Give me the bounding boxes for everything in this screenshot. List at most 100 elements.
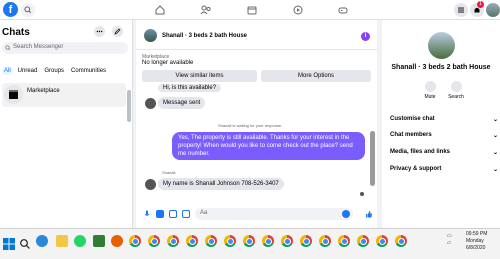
filter-groups[interactable]: Groups [42, 67, 66, 75]
chrome-icon[interactable] [129, 235, 141, 247]
section-label: Media, files and links [390, 149, 451, 155]
file-explorer-icon[interactable] [56, 235, 68, 247]
more-options-icon[interactable] [94, 26, 105, 37]
messenger-search-input[interactable]: Search Messenger [2, 42, 128, 54]
view-similar-button[interactable]: View similar items [142, 70, 257, 82]
like-icon[interactable] [365, 210, 373, 218]
conversation-pane: Shanall · 3 beds 2 bath House i Marketpl… [136, 20, 377, 228]
new-message-icon[interactable] [112, 26, 123, 37]
listing-status: No longer available [142, 60, 194, 66]
chat-item-marketplace[interactable]: Marketplace [2, 83, 126, 107]
facebook-logo[interactable]: f [3, 2, 18, 17]
section-label: Chat members [390, 132, 432, 138]
chrome-icon[interactable] [357, 235, 369, 247]
filter-all[interactable]: All [2, 67, 13, 75]
taskbar-clock[interactable]: 09:59 PM Monday 6/8/2020 [466, 231, 487, 252]
chevron-down-icon: ⌄ [492, 117, 498, 123]
search-icon [450, 81, 462, 92]
chrome-icon[interactable] [319, 235, 331, 247]
chrome-icon[interactable] [338, 235, 350, 247]
chrome-icon[interactable] [395, 235, 407, 247]
composer: Aa [136, 203, 377, 228]
sidebar-scrollbar[interactable] [127, 90, 131, 122]
section-label: Privacy & support [390, 166, 442, 172]
mute-action[interactable]: Mute [419, 81, 441, 100]
clock-day: Monday [466, 238, 484, 244]
gaming-icon[interactable] [336, 3, 350, 17]
section-chat-members[interactable]: Chat members ⌄ [390, 132, 498, 139]
chat-item-label: Marketplace [27, 88, 60, 94]
section-media-files[interactable]: Media, files and links ⌄ [390, 149, 498, 156]
sender-avatar [145, 98, 156, 109]
conversation-info-panel: Shanall · 3 beds 2 bath House Mute Searc… [382, 20, 500, 228]
whatsapp-icon[interactable] [74, 235, 86, 247]
conversation-avatar[interactable] [144, 29, 157, 42]
message-bubble: My name is Shanall Johnson 708-526-3407 [158, 178, 284, 190]
info-panel-name: Shanall · 3 beds 2 bath House [391, 64, 491, 71]
chevron-down-icon: ⌄ [492, 150, 498, 156]
search-label: Search [448, 94, 464, 100]
info-icon[interactable]: i [361, 32, 370, 41]
conversation-scrollbar[interactable] [370, 131, 375, 186]
filter-communities[interactable]: Communities [69, 67, 108, 75]
chevron-down-icon: ⌄ [492, 133, 498, 139]
chrome-icon[interactable] [262, 235, 274, 247]
seen-indicator [360, 192, 364, 196]
system-tray-icons[interactable]: ▭ ▱ [447, 233, 461, 253]
emoji-icon[interactable] [342, 210, 350, 218]
image-icon[interactable] [156, 210, 164, 218]
windows-start-icon[interactable] [3, 238, 15, 250]
home-icon[interactable] [153, 3, 167, 17]
filter-unread[interactable]: Unread [16, 67, 40, 75]
message-bubble: Yes, The property is still available. Th… [172, 132, 365, 160]
conversation-title[interactable]: Shanall · 3 beds 2 bath House [162, 33, 247, 39]
message-input[interactable]: Aa [195, 208, 353, 220]
chat-filters: All Unread Groups Communities [2, 67, 108, 75]
chrome-icon[interactable] [376, 235, 388, 247]
chrome-icon[interactable] [300, 235, 312, 247]
app-icon[interactable] [93, 235, 105, 247]
top-bar: f 1 [0, 0, 500, 20]
app-icon[interactable] [111, 235, 123, 247]
taskbar-search-icon[interactable] [19, 238, 31, 252]
notification-badge: 1 [477, 1, 484, 8]
chrome-icon[interactable] [224, 235, 236, 247]
section-privacy-support[interactable]: Privacy & support ⌄ [390, 166, 498, 173]
more-options-button[interactable]: More Options [261, 70, 371, 82]
chrome-icon[interactable] [148, 235, 160, 247]
sender-name: Shanall [162, 170, 176, 175]
profile-avatar[interactable] [486, 3, 500, 17]
menu-icon[interactable] [454, 3, 468, 17]
windows-taskbar: ▭ ▱ 09:59 PM Monday 6/8/2020 [0, 228, 500, 259]
marketplace-icon [4, 85, 23, 104]
microphone-icon[interactable] [143, 210, 151, 218]
search-action[interactable]: Search [445, 81, 467, 100]
groups-icon[interactable] [199, 3, 213, 17]
chevron-down-icon: ⌄ [492, 167, 498, 173]
sticker-icon[interactable] [169, 210, 177, 218]
mute-label: Mute [424, 94, 436, 100]
chrome-icon[interactable] [243, 235, 255, 247]
listing-avatar [428, 32, 455, 59]
watch-icon[interactable] [291, 3, 305, 17]
marketplace-icon[interactable] [245, 3, 259, 17]
clock-time: 09:59 PM [466, 231, 488, 237]
chats-title: Chats [2, 27, 30, 38]
gif-icon[interactable] [182, 210, 190, 218]
search-placeholder: Search Messenger [13, 44, 64, 50]
chrome-icon[interactable] [186, 235, 198, 247]
marketplace-listing-bar: Marketplace No longer available View sim… [140, 54, 374, 86]
conversation-header: Shanall · 3 beds 2 bath House i [136, 20, 377, 50]
chrome-icon[interactable] [281, 235, 293, 247]
message-bubble: Message sent [158, 97, 206, 109]
section-customise-chat[interactable]: Customise chat ⌄ [390, 116, 498, 123]
edge-icon[interactable] [36, 235, 48, 247]
clock-date: 6/8/2020 [466, 245, 486, 251]
message-placeholder: Aa [200, 210, 208, 216]
sender-avatar [145, 179, 156, 190]
chrome-icon[interactable] [167, 235, 179, 247]
chrome-icon[interactable] [205, 235, 217, 247]
bell-icon [424, 81, 436, 92]
search-icon[interactable] [21, 3, 35, 17]
chats-sidebar: Chats Search Messenger All Unread Groups… [0, 20, 133, 228]
